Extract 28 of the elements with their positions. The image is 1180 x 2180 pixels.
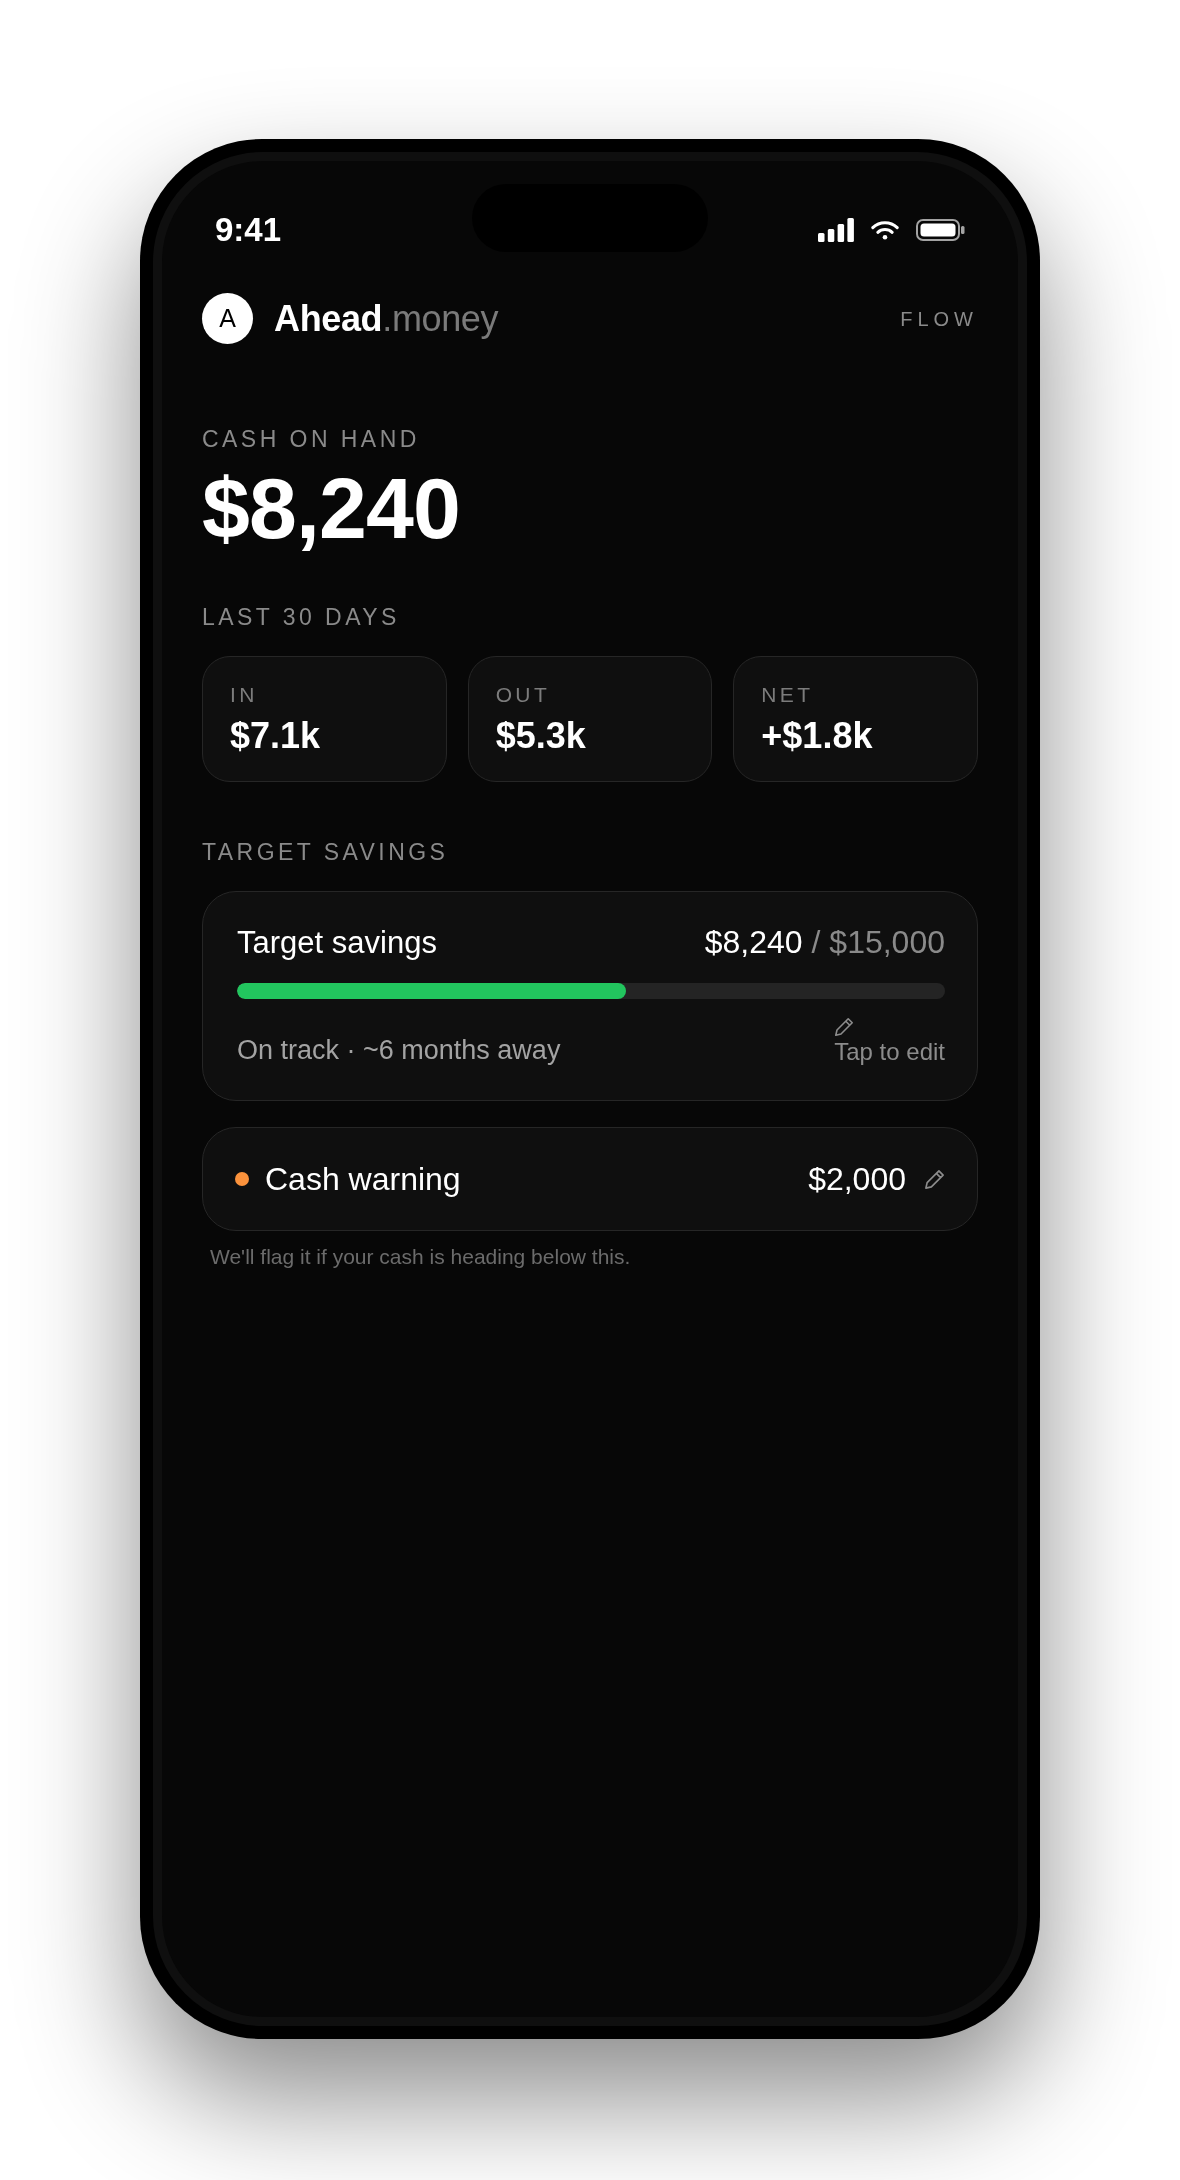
goal-amount: / $15,000 — [811, 923, 945, 961]
balance-amount: $8,240 — [202, 465, 461, 551]
nav-link[interactable]: FLOW — [900, 305, 978, 332]
stat-label: IN — [230, 682, 259, 708]
wifi-icon — [871, 220, 899, 240]
status-time: 9:41 — [215, 210, 282, 250]
edit-button[interactable]: Tap to edit — [834, 1017, 945, 1066]
stat-label: NET — [761, 682, 815, 708]
warning-amount: $2,000 — [808, 1160, 906, 1198]
stat-value: $5.3k — [495, 716, 587, 756]
stat-value: $7.1k — [230, 716, 322, 756]
savings-title: Target savings — [237, 924, 437, 962]
battery-icon — [916, 219, 965, 241]
section-label: CASH ON HAND — [202, 425, 421, 453]
status-text: On track · ~6 months away — [237, 1034, 561, 1066]
brand-name: Ahead.money — [274, 296, 499, 341]
section-label: LAST 30 DAYS — [202, 603, 401, 631]
logo-mark: A — [202, 293, 253, 344]
cash-warning-card[interactable]: Cash warning $2,000 — [202, 1127, 978, 1231]
saved-amount: $8,240 — [704, 923, 803, 961]
signal-icon — [818, 218, 854, 242]
hint-text: We'll flag it if your cash is heading below this. — [209, 1244, 632, 1270]
warning-label: Cash warning — [265, 1160, 461, 1198]
pencil-icon — [834, 1017, 855, 1037]
pencil-icon[interactable] — [924, 1168, 945, 1190]
stat-label: OUT — [495, 682, 552, 708]
section-label: TARGET SAVINGS — [202, 838, 450, 866]
stat-value: +$1.8k — [761, 716, 874, 756]
